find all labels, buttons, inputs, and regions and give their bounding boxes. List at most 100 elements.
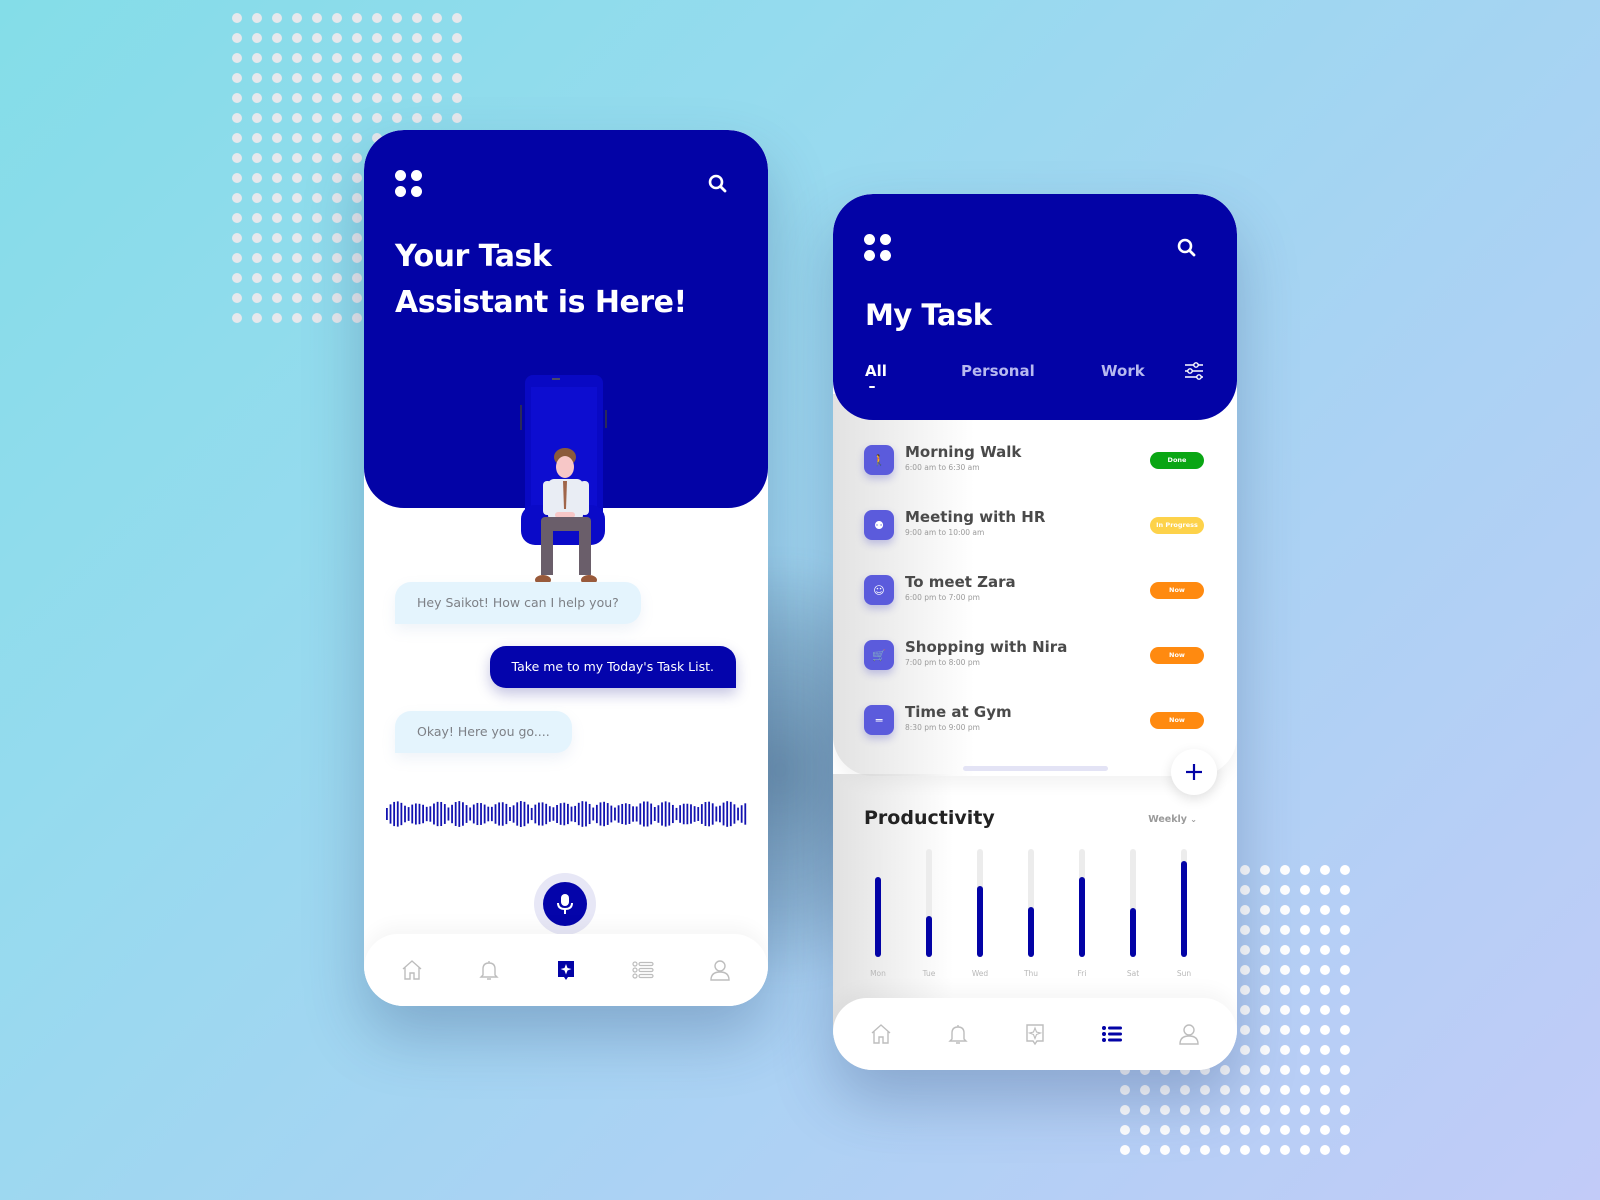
- bar-track: [1181, 849, 1187, 957]
- decorative-dot: [267, 148, 287, 168]
- chat-message-bot: Hey Saikot! How can I help you?: [395, 582, 641, 624]
- decorative-dot: [327, 28, 347, 48]
- decorative-dot: [227, 308, 247, 328]
- decorative-dot: [1335, 960, 1355, 980]
- waveform-bar: [480, 803, 482, 825]
- decorative-dot: [327, 68, 347, 88]
- bar-track: [926, 849, 932, 957]
- decorative-dot: [1315, 1060, 1335, 1080]
- nav-home[interactable]: [399, 957, 425, 983]
- menu-dots-icon[interactable]: [395, 170, 423, 198]
- decorative-dot: [227, 28, 247, 48]
- bar-track: [1130, 849, 1136, 957]
- chevron-down-icon: ⌄: [1190, 815, 1197, 824]
- nav-assistant[interactable]: [1022, 1021, 1048, 1047]
- waveform-bar: [624, 803, 627, 825]
- waveform-bar: [679, 805, 682, 823]
- nav-notifications[interactable]: [476, 957, 502, 983]
- decorative-dot: [267, 28, 287, 48]
- waveform-bar: [726, 801, 729, 827]
- period-value: Weekly: [1148, 814, 1187, 825]
- waveform-bar: [704, 802, 707, 826]
- nav-task-list[interactable]: [630, 957, 656, 983]
- bar-wed: [977, 885, 983, 957]
- search-icon[interactable]: [707, 173, 729, 195]
- page-title: My Task: [865, 298, 992, 332]
- decorative-dot: [307, 268, 327, 288]
- voice-waveform: [386, 801, 747, 827]
- nav-profile[interactable]: [707, 957, 733, 983]
- decorative-dot: [1275, 1060, 1295, 1080]
- decorative-dot: [1295, 1140, 1315, 1160]
- decorative-dot: [287, 68, 307, 88]
- task-row[interactable]: ⚉ Meeting with HR 9:00 am to 10:00 am In Pr…: [864, 505, 1204, 545]
- decorative-dot: [227, 68, 247, 88]
- task-row[interactable]: 🛒 Shopping with Nira 7:00 pm to 8:00 pm Now: [864, 635, 1204, 675]
- decorative-dot: [227, 248, 247, 268]
- decorative-dot: [1275, 1120, 1295, 1140]
- decorative-dot: [1315, 1020, 1335, 1040]
- search-icon[interactable]: [1176, 237, 1198, 259]
- waveform-bar: [512, 805, 515, 823]
- assistant-title: Your Task Assistant is Here!: [395, 239, 687, 320]
- waveform-bar: [744, 803, 747, 825]
- tab-work[interactable]: Work: [1101, 362, 1145, 380]
- waveform-bar: [686, 803, 689, 825]
- waveform-bar: [697, 807, 700, 821]
- add-task-button[interactable]: [1171, 749, 1217, 795]
- decorative-dot: [327, 88, 347, 108]
- nav-notifications[interactable]: [945, 1021, 971, 1047]
- decorative-dot: [1155, 1140, 1175, 1160]
- decorative-dot: [1215, 1100, 1235, 1120]
- decorative-dot: [1235, 1020, 1255, 1040]
- period-dropdown[interactable]: Weekly ⌄: [1148, 814, 1197, 825]
- menu-dots-icon[interactable]: [864, 234, 892, 262]
- decorative-dot: [227, 268, 247, 288]
- decorative-dot: [247, 48, 267, 68]
- decorative-dot: [1315, 1100, 1335, 1120]
- nav-assistant[interactable]: [553, 957, 579, 983]
- task-row[interactable]: ═ Time at Gym 8:30 pm to 9:00 pm Now: [864, 700, 1204, 740]
- decorative-dot: [1255, 1060, 1275, 1080]
- waveform-bar: [389, 804, 392, 824]
- decorative-dot: [267, 228, 287, 248]
- task-row[interactable]: 🚶 Morning Walk 6:00 am to 6:30 am Done: [864, 440, 1204, 480]
- decorative-dot: [247, 28, 267, 48]
- sliders-icon[interactable]: [1184, 362, 1204, 380]
- x-tick-label: Thu: [1023, 969, 1039, 978]
- waveform-bar: [639, 803, 642, 825]
- decorative-dot: [427, 8, 447, 28]
- productivity-title: Productivity: [864, 807, 995, 829]
- waveform-bar: [440, 801, 443, 827]
- microphone-button[interactable]: [543, 882, 587, 926]
- waveform-bar: [563, 802, 566, 826]
- task-title: To meet Zara: [905, 573, 1016, 591]
- task-time: 7:00 pm to 8:00 pm: [905, 658, 980, 667]
- nav-task-list[interactable]: [1099, 1021, 1125, 1047]
- waveform-bar: [606, 803, 609, 825]
- list-scroll-indicator[interactable]: [963, 766, 1108, 771]
- waveform-bar: [436, 801, 439, 827]
- decorative-dot: [327, 8, 347, 28]
- waveform-bar: [393, 801, 396, 827]
- waveform-bar: [664, 801, 667, 827]
- decorative-dot: [1295, 1100, 1315, 1120]
- decorative-dot: [427, 108, 447, 128]
- decorative-dot: [267, 128, 287, 148]
- bottom-navigation: [364, 934, 768, 1006]
- assistant-icon: [557, 961, 574, 980]
- tab-personal[interactable]: Personal: [961, 362, 1035, 380]
- decorative-dot: [1295, 1120, 1315, 1140]
- people-icon: ☺: [864, 575, 894, 605]
- decorative-dot: [227, 148, 247, 168]
- tab-all[interactable]: All: [865, 362, 887, 388]
- decorative-dot: [1135, 1080, 1155, 1100]
- task-title: Shopping with Nira: [905, 638, 1068, 656]
- bar-fri: [1079, 877, 1085, 957]
- waveform-bar: [599, 802, 602, 826]
- nav-home[interactable]: [868, 1021, 894, 1047]
- task-row[interactable]: ☺ To meet Zara 6:00 pm to 7:00 pm Now: [864, 570, 1204, 610]
- decorative-dot: [267, 48, 287, 68]
- nav-profile[interactable]: [1176, 1021, 1202, 1047]
- decorative-dot: [1235, 920, 1255, 940]
